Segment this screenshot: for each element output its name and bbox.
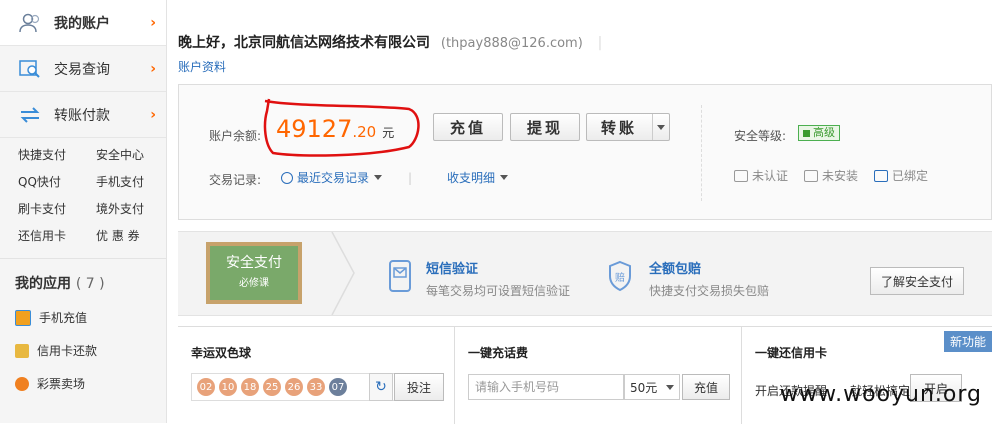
svg-text:赔: 赔 [615,271,625,284]
quick-link[interactable]: 手机支付 [96,173,174,190]
quick-link[interactable]: 还信用卡 [18,227,96,244]
lottery-panel: 幸运双色球 02 10 18 25 26 33 07 ↻ 投注 [178,327,455,424]
feature-compensation: 全额包赔 快捷支付交易损失包赔 [649,262,770,298]
certificate-icon [804,169,818,182]
id-verify-status[interactable]: 未认证 [734,167,788,184]
nav-transaction-query[interactable]: 交易查询 › [0,46,166,92]
recent-records-link[interactable]: 最近交易记录 [281,169,383,186]
sidebar: 我的账户 › 交易查询 › 转账付款 › 快捷支付 安全中心 QQ快付 手机支付… [0,0,167,423]
blue-ball: 07 [329,378,347,396]
cert-status[interactable]: 未安装 [804,167,858,184]
watermark: www.wooyun.org [780,382,982,407]
sms-phone-icon [389,260,411,292]
security-label: 安全等级: [734,129,787,143]
security-level-badge: 高级 [798,125,840,141]
chevron-down-icon [374,175,383,180]
transfer-icon [18,104,42,126]
phone-recharge-title: 一键充话费 [468,346,529,360]
account-email: (thpay888@126.com) [440,36,583,51]
bet-button[interactable]: 投注 [394,373,444,401]
chalkboard-illustration: 安全支付 必修课 [206,242,302,304]
new-feature-badge: 新功能 [943,331,992,352]
chevron-right-icon: › [150,14,156,31]
quick-services: 幸运双色球 02 10 18 25 26 33 07 ↻ 投注 一键充话费 50… [178,326,992,424]
records-label: 交易记录: [209,173,262,187]
search-doc-icon [18,58,42,80]
red-ball: 33 [307,378,325,396]
apps-title: 我的应用 ( 7 ) [0,258,166,301]
chevron-right-icon: › [150,60,156,77]
quick-link[interactable]: 快捷支付 [18,146,96,163]
red-ball: 26 [285,378,303,396]
learn-security-button[interactable]: 了解安全支付 [870,267,964,295]
apps-count: ( 7 ) [75,276,105,292]
phone-recharge-panel: 一键充话费 50元 充值 [455,327,742,424]
income-detail-link[interactable]: 收支明细 [447,169,509,186]
credit-card-icon [15,343,29,358]
withdraw-button[interactable]: 提现 [510,113,580,141]
phone-bind-status[interactable]: 已绑定 [874,167,928,184]
app-item-credit-card[interactable]: 信用卡还款 [0,334,166,367]
balance-label: 账户余额: [209,129,262,143]
recharge-button[interactable]: 充值 [433,113,503,141]
phone-recharge-icon [15,309,31,326]
balance-panel: 账户余额: 49127.20 元 充值 提现 转账 交易记录: 最近交易记录 | … [178,84,992,220]
red-ball: 25 [263,378,281,396]
annotation-circle [263,98,420,157]
amount-select[interactable]: 50元 [624,374,680,400]
lock-icon [803,129,810,137]
refresh-icon[interactable]: ↻ [369,373,393,401]
id-card-icon [734,169,748,182]
chevron-divider [331,232,355,315]
red-ball: 02 [197,378,215,396]
shield-icon: 赔 [609,260,631,292]
phone-number-input[interactable] [468,374,624,400]
clock-icon [281,171,293,184]
quick-link[interactable]: QQ快付 [18,173,96,190]
chevron-right-icon: › [150,106,156,123]
nav-label: 交易查询 [54,61,110,78]
quick-links: 快捷支付 安全中心 QQ快付 手机支付 刷卡支付 境外支付 还信用卡 优 惠 券 [0,138,166,248]
nav-label: 转账付款 [54,107,110,124]
phone-recharge-button[interactable]: 充值 [682,374,730,400]
transfer-button[interactable]: 转账 [586,113,670,141]
nav-my-account[interactable]: 我的账户 › [0,0,166,46]
quick-link[interactable]: 安全中心 [96,146,174,163]
user-icon [18,12,42,34]
transfer-dropdown[interactable] [652,114,669,140]
chevron-down-icon [500,175,509,180]
chevron-down-icon [666,384,675,390]
red-ball: 18 [241,378,259,396]
account-info-link[interactable]: 账户资料 [178,58,226,75]
credit-card-panel: 一键还信用卡 新功能 开启还款提醒 就轻松搞定 开启 [742,327,992,424]
chevron-down-icon [657,124,665,130]
red-ball: 10 [219,378,237,396]
quick-link[interactable]: 刷卡支付 [18,200,96,217]
security-banner: 安全支付 必修课 短信验证 每笔交易均可设置短信验证 赔 全额包赔 快捷支付交易… [178,231,992,316]
greeting: 晚上好，北京同航信达网络技术有限公司 (thpay888@126.com) | [178,35,603,51]
app-item-lottery[interactable]: 彩票卖场 [0,367,166,400]
credit-card-title: 一键还信用卡 [755,346,828,360]
feature-sms: 短信验证 每笔交易均可设置短信验证 [426,262,571,298]
phone-bound-icon [874,169,888,182]
quick-link[interactable]: 优 惠 券 [96,227,174,244]
lottery-icon [15,376,29,391]
nav-label: 我的账户 [54,15,110,32]
nav-transfer[interactable]: 转账付款 › [0,92,166,138]
app-item-phone-recharge[interactable]: 手机充值 [0,301,166,334]
quick-link[interactable]: 境外支付 [96,200,174,217]
lottery-title: 幸运双色球 [191,346,252,360]
